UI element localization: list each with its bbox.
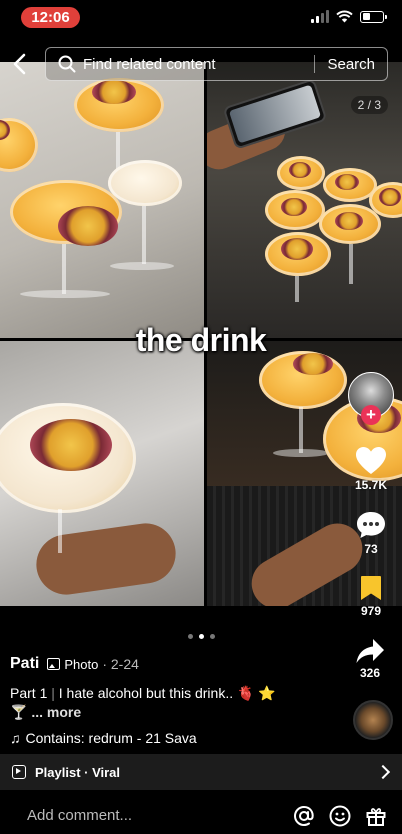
creator-avatar-group[interactable]: + — [348, 372, 394, 425]
action-rail: + 15.7K 73 979 — [346, 372, 396, 618]
photo-badge-label: Photo — [64, 656, 99, 672]
heart-icon[interactable] — [355, 446, 387, 476]
photo-cocktail-closeup — [0, 341, 204, 606]
photo-cocktails-table — [0, 62, 204, 338]
caption-overlay: the drink — [135, 322, 267, 358]
search-input[interactable]: Find related content — [83, 56, 314, 73]
save-count: 979 — [360, 604, 382, 618]
cellular-signal-icon — [311, 10, 329, 23]
page-indicator: 2 / 3 — [350, 96, 388, 114]
status-icons — [311, 10, 387, 23]
playlist-bar[interactable]: Playlist · Viral — [0, 754, 402, 790]
music-note-icon: ♫ — [10, 730, 21, 746]
description-separator: | — [51, 685, 55, 701]
share-button[interactable]: 326 — [348, 638, 392, 680]
mention-icon[interactable] — [292, 804, 316, 828]
search-icon — [58, 55, 76, 73]
music-row[interactable]: ♫ Contains: redrum - 21 Sava — [10, 730, 345, 746]
back-arrow-icon[interactable] — [9, 52, 31, 76]
playlist-label: Playlist · Viral — [35, 764, 121, 780]
comment-count: 73 — [364, 542, 378, 556]
search-bar[interactable]: Find related content Search — [45, 47, 388, 81]
save-button[interactable]: 979 — [346, 574, 396, 618]
chevron-right-icon — [375, 764, 391, 780]
playlist-icon — [12, 765, 26, 779]
wifi-icon — [336, 10, 353, 23]
like-count: 15.7K — [354, 478, 388, 492]
photo-badge: Photo — [47, 657, 98, 672]
photo-icon — [47, 658, 61, 670]
carousel-dot-active — [198, 634, 204, 639]
carousel-dots — [0, 634, 402, 639]
search-button[interactable]: Search — [315, 56, 387, 73]
share-arrow-icon[interactable] — [355, 638, 385, 664]
like-button[interactable]: 15.7K — [346, 446, 396, 492]
carousel-dot — [209, 634, 215, 639]
emoji-icon[interactable] — [328, 804, 352, 828]
description-part: Part 1 — [10, 685, 48, 701]
comment-input[interactable]: Add comment... — [27, 807, 292, 824]
more-link[interactable]: ... more — [31, 704, 81, 720]
comment-bar: Add comment... — [0, 797, 402, 834]
author-row: Pati Photo · 2-24 — [10, 654, 345, 674]
comment-button[interactable]: 73 — [346, 510, 396, 556]
photo-carousel[interactable]: 2 / 3 the drink — [0, 62, 402, 606]
status-bar: 12:06 — [0, 0, 402, 36]
plus-icon[interactable]: + — [361, 405, 381, 425]
author-name[interactable]: Pati — [10, 655, 39, 673]
post-info: Pati Photo · 2-24 Part 1 | I hate alcoho… — [10, 654, 345, 746]
post-description[interactable]: Part 1 | I hate alcohol but this drink..… — [10, 684, 345, 722]
bookmark-icon[interactable] — [359, 574, 383, 602]
description-line2: 🍸 — [10, 704, 28, 720]
comment-bubble-icon[interactable] — [355, 510, 387, 540]
battery-icon — [360, 10, 387, 23]
description-text: I hate alcohol but this drink.. 🫀 ⭐ — [58, 685, 276, 701]
music-disc[interactable] — [353, 700, 393, 740]
music-label: Contains: redrum - 21 Sava — [25, 730, 197, 746]
share-count: 326 — [359, 666, 381, 680]
comment-icons — [292, 804, 388, 828]
status-time: 12:06 — [21, 7, 80, 28]
gift-icon[interactable] — [364, 804, 388, 828]
post-date: · 2-24 — [102, 656, 139, 672]
carousel-dot — [187, 634, 193, 639]
